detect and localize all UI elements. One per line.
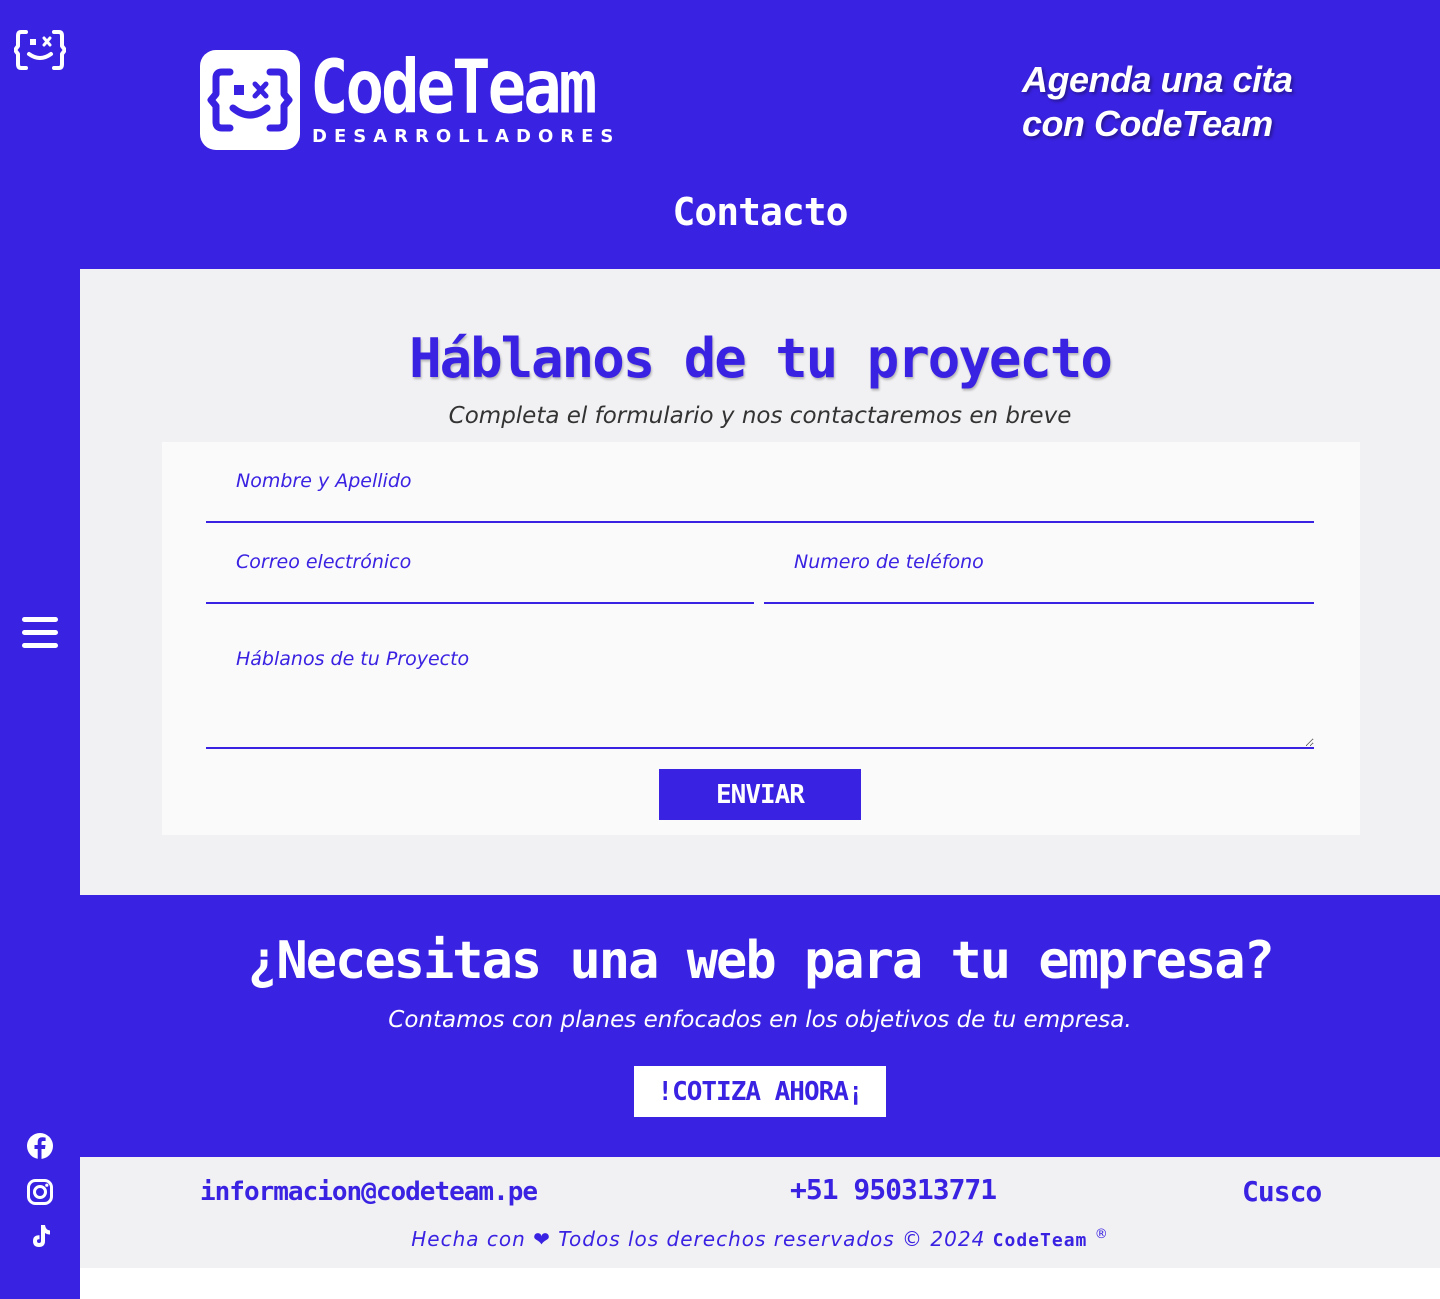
send-button[interactable]: ENVIAR bbox=[659, 769, 861, 820]
project-field[interactable]: Háblanos de tu Proyecto bbox=[206, 604, 1314, 749]
site-footer: informacion@codeteam.pe +51 950313771 Cu… bbox=[80, 1157, 1440, 1268]
facebook-icon[interactable] bbox=[26, 1132, 54, 1160]
brand-name: CodeTeam bbox=[310, 46, 597, 132]
email-field[interactable]: Correo electrónico bbox=[206, 523, 754, 604]
agenda-link[interactable]: Agenda una cita con CodeTeam bbox=[1022, 58, 1342, 146]
instagram-icon[interactable] bbox=[26, 1178, 54, 1206]
cta-subheading: Contamos con planes enfocados en los obj… bbox=[388, 1007, 1132, 1033]
contact-heading: Háblanos de tu proyecto bbox=[409, 327, 1113, 390]
tiktok-icon[interactable] bbox=[26, 1222, 54, 1250]
codeteam-face-icon[interactable] bbox=[14, 28, 66, 72]
brand-logo-box bbox=[200, 50, 300, 150]
registered-mark: ® bbox=[1094, 1227, 1109, 1242]
page-title: Contacto bbox=[672, 190, 848, 234]
contact-form: Nombre y Apellido Correo electrónico Num… bbox=[162, 442, 1360, 835]
cta-heading: ¿Necesitas una web para tu empresa? bbox=[247, 931, 1275, 991]
contact-section: Háblanos de tu proyecto Completa el form… bbox=[80, 269, 1440, 895]
heart-icon: ❤ bbox=[533, 1227, 551, 1251]
credits-prefix: Hecha con bbox=[411, 1227, 526, 1251]
footer-email-link[interactable]: informacion@codeteam.pe bbox=[200, 1177, 538, 1207]
email-input[interactable] bbox=[206, 523, 754, 602]
site-header: CodeTeam DESARROLLADORES Agenda una cita… bbox=[80, 0, 1440, 269]
hamburger-menu-icon[interactable] bbox=[22, 617, 58, 651]
phone-field[interactable]: Numero de teléfono bbox=[764, 523, 1314, 604]
brand-logo[interactable]: CodeTeam DESARROLLADORES bbox=[200, 46, 621, 152]
footer-credits: Hecha con ❤ Todos los derechos reservado… bbox=[80, 1227, 1440, 1251]
footer-city: Cusco bbox=[1242, 1175, 1322, 1208]
contact-subheading: Completa el formulario y nos contactarem… bbox=[448, 403, 1072, 429]
brand-tagline: DESARROLLADORES bbox=[312, 126, 621, 147]
cta-section: ¿Necesitas una web para tu empresa? Cont… bbox=[80, 895, 1440, 1157]
left-sidebar bbox=[0, 0, 80, 1299]
credits-brand: CodeTeam bbox=[992, 1230, 1088, 1251]
codeteam-face-icon bbox=[207, 68, 293, 132]
footer-phone-link[interactable]: +51 950313771 bbox=[790, 1173, 997, 1206]
name-input[interactable] bbox=[206, 442, 1314, 521]
credits-rights: Todos los derechos reservados © 2024 bbox=[558, 1227, 986, 1251]
name-field[interactable]: Nombre y Apellido bbox=[206, 442, 1314, 523]
project-textarea[interactable] bbox=[206, 604, 1314, 747]
quote-now-button[interactable]: !COTIZA AHORA¡ bbox=[634, 1066, 886, 1117]
phone-input[interactable] bbox=[764, 523, 1314, 602]
